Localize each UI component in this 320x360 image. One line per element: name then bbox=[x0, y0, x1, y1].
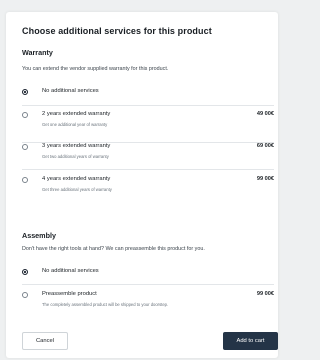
warranty-option-2-years[interactable]: 2 years extended warranty Get one additi… bbox=[22, 111, 274, 131]
warranty-heading: Warranty bbox=[22, 48, 53, 57]
additional-services-dialog: Choose additional services for this prod… bbox=[6, 12, 278, 358]
radio-icon[interactable] bbox=[22, 144, 28, 150]
option-description: Get one additional year of warranty bbox=[42, 122, 108, 127]
radio-checked-icon[interactable] bbox=[22, 269, 28, 275]
option-label: 2 years extended warranty bbox=[42, 111, 111, 117]
add-to-cart-button[interactable]: Add to cart bbox=[223, 332, 278, 350]
warranty-description: You can extend the vendor supplied warra… bbox=[22, 66, 169, 72]
option-price: 99 00€ bbox=[256, 291, 274, 297]
divider bbox=[22, 105, 274, 106]
radio-icon[interactable] bbox=[22, 177, 28, 183]
cancel-button[interactable]: Cancel bbox=[22, 332, 68, 350]
option-description: Get three additional years of warranty bbox=[42, 187, 112, 192]
divider bbox=[22, 169, 274, 170]
option-label: Preassemble product bbox=[42, 291, 97, 297]
option-price: 99 00€ bbox=[256, 176, 274, 182]
option-label: 4 years extended warranty bbox=[42, 176, 111, 182]
option-label: No additional services bbox=[42, 88, 99, 94]
option-description: The completely assembled product will be… bbox=[42, 302, 169, 307]
warranty-option-3-years[interactable]: 3 years extended warranty Get two additi… bbox=[22, 143, 274, 163]
dialog-title: Choose additional services for this prod… bbox=[22, 26, 212, 36]
page-background: Choose additional services for this prod… bbox=[0, 0, 284, 360]
assembly-option-none[interactable]: No additional services bbox=[22, 268, 274, 280]
assembly-option-preassemble[interactable]: Preassemble product The completely assem… bbox=[22, 291, 274, 311]
warranty-option-4-years[interactable]: 4 years extended warranty Get three addi… bbox=[22, 176, 274, 196]
radio-icon[interactable] bbox=[22, 112, 28, 118]
divider bbox=[22, 284, 274, 285]
warranty-option-none[interactable]: No additional services bbox=[22, 88, 274, 100]
option-price: 49 00€ bbox=[256, 111, 274, 117]
radio-checked-icon[interactable] bbox=[22, 89, 28, 95]
option-label: 3 years extended warranty bbox=[42, 143, 111, 149]
assembly-heading: Assembly bbox=[22, 231, 56, 240]
assembly-description: Don't have the right tools at hand? We c… bbox=[22, 246, 205, 252]
option-price: 69 00€ bbox=[256, 143, 274, 149]
option-description: Get two additional years of warranty bbox=[42, 154, 109, 159]
radio-icon[interactable] bbox=[22, 292, 28, 298]
option-label: No additional services bbox=[42, 268, 99, 274]
